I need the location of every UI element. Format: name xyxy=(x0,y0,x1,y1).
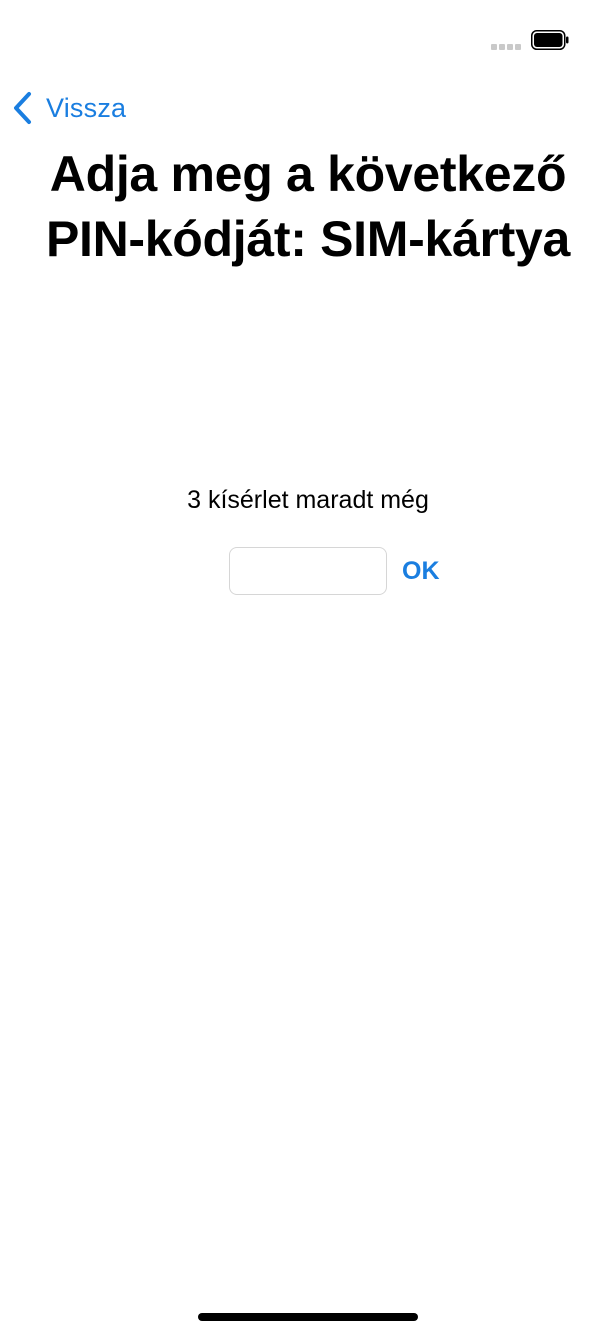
cellular-signal-icon xyxy=(491,44,521,50)
chevron-left-icon xyxy=(14,92,31,124)
page-title: Adja meg a következő PIN-kódját: SIM-kár… xyxy=(45,146,571,267)
home-indicator[interactable] xyxy=(198,1313,418,1321)
pin-input[interactable] xyxy=(229,547,387,595)
attempts-remaining-text: 3 kísérlet maradt még xyxy=(187,486,429,514)
battery-icon xyxy=(531,30,569,50)
back-button[interactable]: Vissza xyxy=(12,88,126,128)
back-label: Vissza xyxy=(46,92,127,123)
ok-button[interactable]: OK xyxy=(396,551,446,591)
status-bar xyxy=(0,0,616,80)
